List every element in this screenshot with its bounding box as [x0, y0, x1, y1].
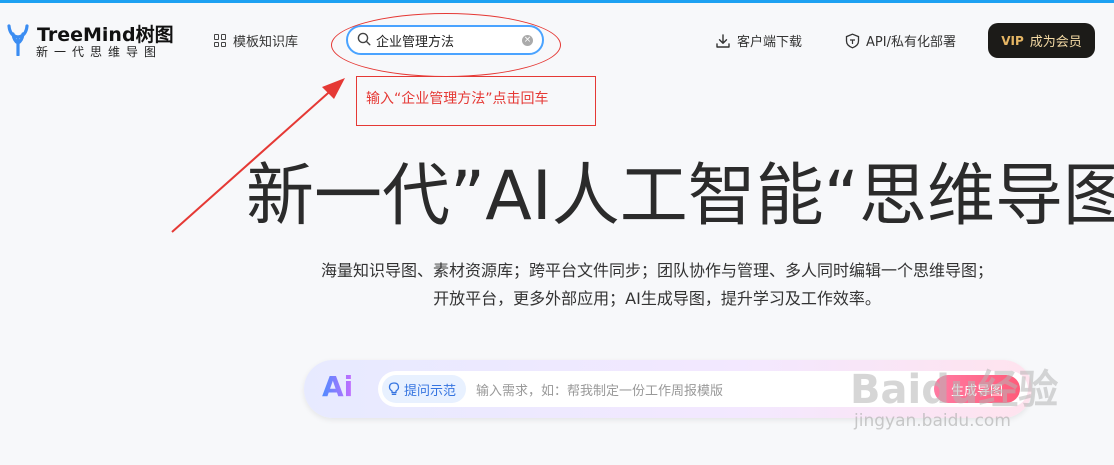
nav-templates-label: 模板知识库 [233, 35, 299, 50]
logo[interactable]: TreeMind树图 新一代思维导图 [5, 22, 175, 62]
tree-logo-icon [7, 24, 29, 56]
hero-title: 新一代”AI人工智能“思维导图 [246, 157, 1114, 236]
vip-label: 成为会员 [1029, 35, 1082, 50]
lightbulb-icon [388, 382, 400, 395]
ai-prompt-bar: Ai 提问示范 输入需求，如：帮我制定一份工作周报模版 生成导图 [304, 360, 1032, 418]
vip-tag: VIP [1001, 33, 1024, 48]
grid-icon [214, 34, 227, 47]
nav-templates-link[interactable]: 模板知识库 [214, 31, 298, 50]
nav-download-label: 客户端下载 [737, 35, 803, 50]
ai-logo: Ai [322, 370, 354, 403]
ai-input-placeholder[interactable]: 输入需求，如：帮我制定一份工作周报模版 [476, 380, 723, 399]
logo-tagline: 新一代思维导图 [36, 45, 163, 59]
annotation-text: 输入“企业管理方法”点击回车 [366, 91, 549, 107]
clear-icon[interactable]: × [522, 35, 533, 46]
search-input[interactable] [376, 31, 516, 49]
vip-membership-button[interactable]: VIP 成为会员 [988, 23, 1095, 58]
hero-desc-line-2: 开放平台，更多外部应用；AI生成导图，提升学习及工作效率。 [433, 289, 881, 308]
hero-desc-line-1: 海量知识导图、素材资源库；跨平台文件同步；团队协作与管理、多人同时编辑一个思维导… [320, 261, 993, 280]
annotation-box: 输入“企业管理方法”点击回车 [356, 76, 596, 126]
download-icon [716, 33, 730, 48]
ai-input-container[interactable]: 提问示范 输入需求，如：帮我制定一份工作周报模版 生成导图 [378, 371, 1028, 407]
header: TreeMind树图 新一代思维导图 模板知识库 × 客户端下载 API/私有化… [0, 3, 1114, 73]
search-icon [357, 32, 371, 46]
prompt-example-label: 提问示范 [404, 383, 457, 399]
hero-description: 海量知识导图、素材资源库；跨平台文件同步；团队协作与管理、多人同时编辑一个思维导… [0, 257, 1114, 313]
shield-icon [845, 32, 860, 48]
generate-mindmap-button[interactable]: 生成导图 [934, 375, 1020, 403]
search-box[interactable]: × [346, 25, 544, 55]
nav-api-label: API/私有化部署 [866, 35, 956, 50]
nav-download-link[interactable]: 客户端下载 [715, 31, 802, 50]
nav-api-link[interactable]: API/私有化部署 [845, 31, 956, 50]
prompt-example-button[interactable]: 提问示范 [382, 375, 467, 403]
